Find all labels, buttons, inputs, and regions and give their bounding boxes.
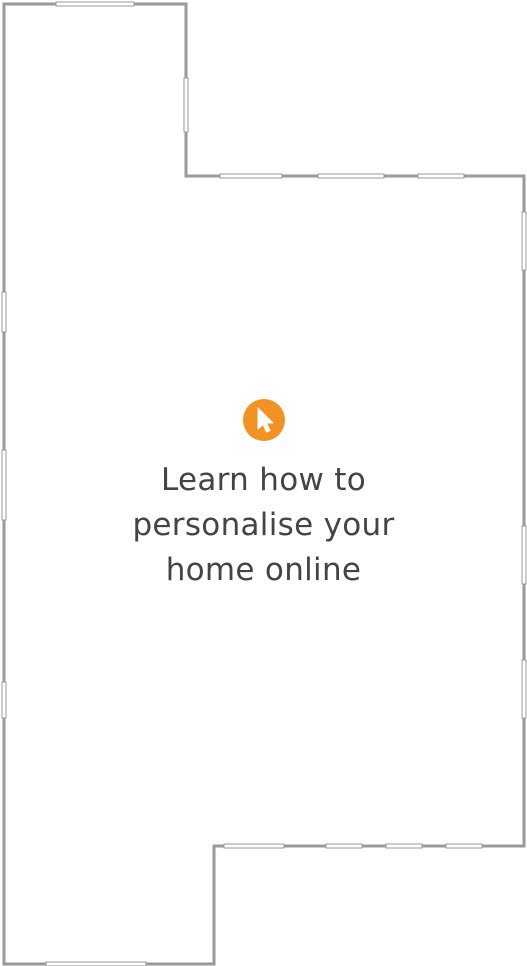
cta-text-line-1: Learn how to	[160, 462, 367, 498]
personalise-home-link[interactable]: Learn how to personalise your home onlin…	[0, 398, 527, 593]
floorplan-page: Learn how to personalise your home onlin…	[0, 0, 527, 966]
cursor-click-icon	[242, 399, 285, 441]
cta-text: Learn how to personalise your home onlin…	[0, 458, 527, 593]
cta-text-line-2: personalise your	[132, 507, 395, 543]
cta-text-line-3: home online	[165, 552, 362, 588]
